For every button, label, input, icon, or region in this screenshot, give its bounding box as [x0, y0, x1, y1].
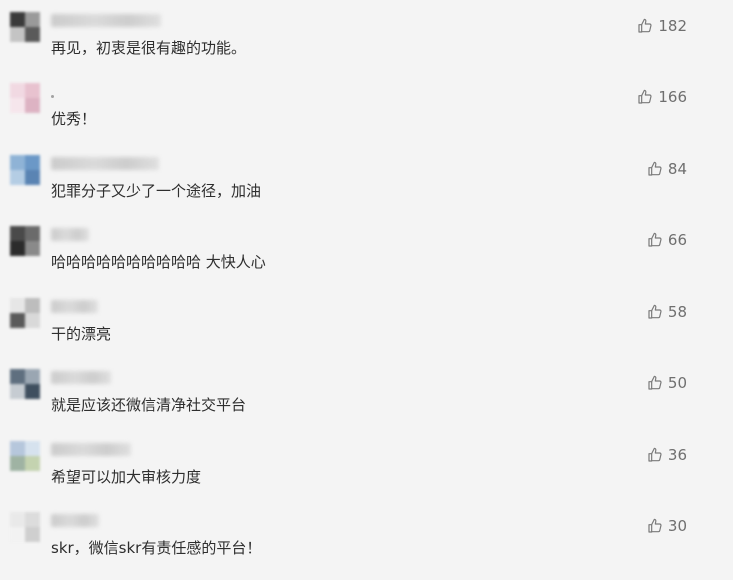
comment-text: skr，微信skr有责任感的平台！	[51, 539, 262, 557]
nickname-redacted	[51, 157, 159, 170]
like-button[interactable]: 84	[647, 159, 687, 179]
like-count: 30	[667, 517, 687, 535]
nickname-redacted	[51, 300, 98, 313]
comment-text: 希望可以加大审核力度	[51, 468, 202, 486]
comment-text: 犯罪分子又少了一个途径，加油	[51, 182, 262, 200]
thumbs-up-icon	[637, 18, 653, 34]
like-count: 166	[658, 88, 687, 106]
like-count: 58	[667, 303, 687, 321]
thumbs-up-icon	[647, 161, 663, 177]
nickname-redacted	[51, 443, 131, 456]
avatar[interactable]	[10, 226, 40, 256]
like-count: 36	[667, 446, 687, 464]
nickname-redacted	[51, 95, 54, 98]
comment-item: 再见，初衷是很有趣的功能。 182	[0, 0, 733, 72]
thumbs-up-icon	[647, 375, 663, 391]
comment-item: 优秀！ 166	[0, 71, 733, 143]
like-button[interactable]: 66	[647, 230, 687, 250]
comment-item: 干的漂亮 58	[0, 286, 733, 358]
like-count: 84	[667, 160, 687, 178]
comment-text: 就是应该还微信清净社交平台	[51, 396, 247, 414]
avatar[interactable]	[10, 83, 40, 113]
avatar[interactable]	[10, 155, 40, 185]
thumbs-up-icon	[647, 304, 663, 320]
avatar[interactable]	[10, 298, 40, 328]
comment-list: 再见，初衷是很有趣的功能。 182 优秀！ 166 犯罪分子又少了一个途径，加油 84 哈哈…	[0, 0, 733, 580]
comment-text: 优秀！	[51, 110, 97, 128]
nickname-redacted	[51, 514, 99, 527]
nickname-redacted	[51, 14, 161, 27]
comment-item: skr，微信skr有责任感的平台！ 30	[0, 500, 733, 572]
like-button[interactable]: 166	[637, 87, 687, 107]
like-button[interactable]: 182	[637, 16, 687, 36]
nickname-redacted	[51, 371, 111, 384]
thumbs-up-icon	[647, 232, 663, 248]
like-count: 50	[667, 374, 687, 392]
like-count: 182	[658, 17, 687, 35]
avatar[interactable]	[10, 512, 40, 542]
comment-item: 希望可以加大审核力度 36	[0, 429, 733, 501]
avatar[interactable]	[10, 441, 40, 471]
like-button[interactable]: 50	[647, 373, 687, 393]
like-button[interactable]: 30	[647, 516, 687, 536]
comment-item: 哈哈哈哈哈哈哈哈哈哈 大快人心 66	[0, 214, 733, 286]
like-button[interactable]: 36	[647, 445, 687, 465]
comment-text: 干的漂亮	[51, 325, 112, 343]
avatar[interactable]	[10, 12, 40, 42]
thumbs-up-icon	[647, 518, 663, 534]
like-button[interactable]: 58	[647, 302, 687, 322]
comment-item: 犯罪分子又少了一个途径，加油 84	[0, 143, 733, 215]
nickname-redacted	[51, 228, 89, 241]
avatar[interactable]	[10, 369, 40, 399]
like-count: 66	[667, 231, 687, 249]
comment-text: 哈哈哈哈哈哈哈哈哈哈 大快人心	[51, 253, 266, 271]
comment-text: 再见，初衷是很有趣的功能。	[51, 39, 247, 57]
thumbs-up-icon	[637, 89, 653, 105]
comment-item: 就是应该还微信清净社交平台 50	[0, 357, 733, 429]
thumbs-up-icon	[647, 447, 663, 463]
